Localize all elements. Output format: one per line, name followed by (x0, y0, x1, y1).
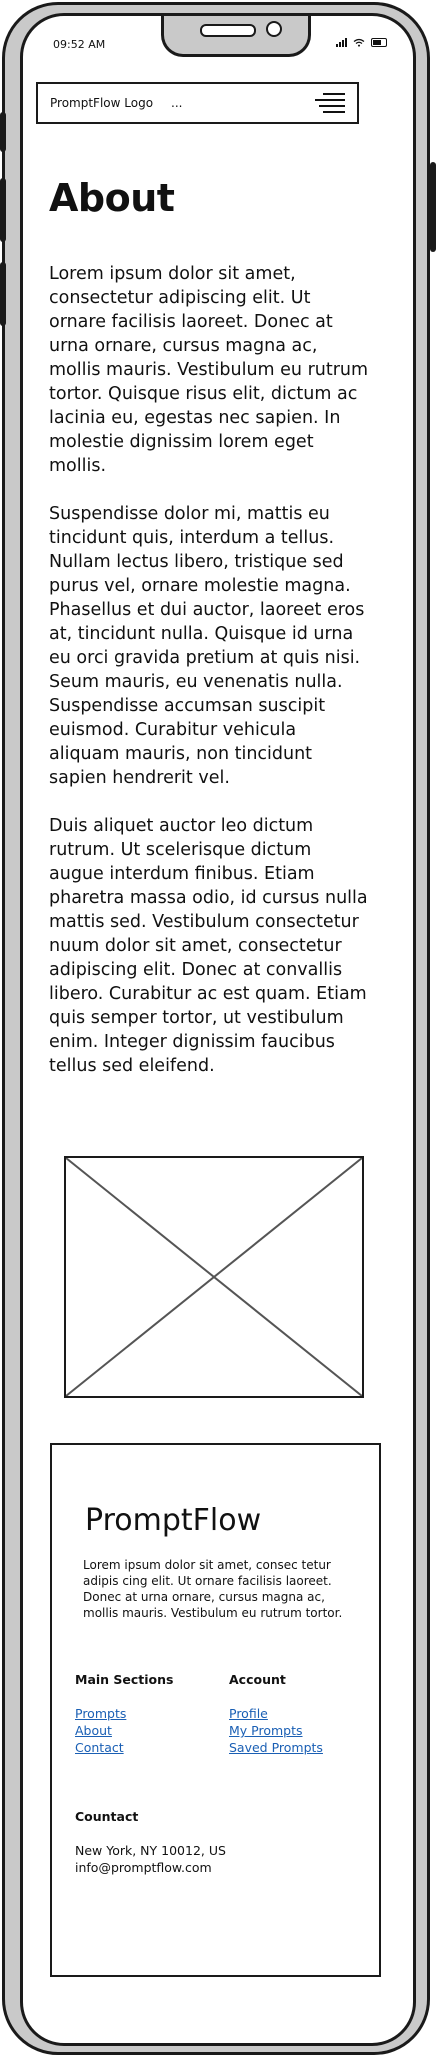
side-button-left-bottom (0, 262, 6, 326)
wifi-icon (353, 38, 365, 47)
side-button-left-top (0, 112, 6, 152)
body-paragraph-2: Suspendisse dolor mi, mattis eu tincidun… (49, 504, 365, 788)
footer-address: New York, NY 10012, US (75, 1843, 226, 1858)
side-button-right (430, 162, 436, 252)
footer-description: Lorem ipsum dolor sit amet, consec tetur… (83, 1558, 343, 1620)
footer: PromptFlow Lorem ipsum dolor sit amet, c… (50, 1443, 381, 1977)
footer-link-saved-prompts[interactable]: Saved Prompts (229, 1739, 323, 1756)
footer-link-about[interactable]: About (75, 1722, 174, 1739)
footer-account-heading: Account (229, 1672, 286, 1687)
footer-link-profile[interactable]: Profile (229, 1705, 323, 1722)
speaker (200, 24, 256, 37)
footer-main-sections: Main Sections Prompts About Contact (75, 1672, 174, 1756)
camera (266, 21, 282, 37)
nav-logo[interactable]: PromptFlow Logo (50, 96, 153, 110)
image-placeholder (64, 1156, 364, 1398)
footer-contact: Countact New York, NY 10012, US info@pro… (75, 1809, 226, 1876)
notch (161, 16, 311, 57)
navbar: PromptFlow Logo ... (36, 82, 359, 124)
page-title: About (49, 176, 175, 220)
footer-email: info@promptflow.com (75, 1860, 212, 1875)
footer-account: Account Profile My Prompts Saved Prompts (229, 1672, 323, 1756)
status-icons (336, 38, 387, 47)
footer-contact-heading: Countact (75, 1809, 139, 1824)
footer-link-contact[interactable]: Contact (75, 1739, 174, 1756)
battery-icon (371, 38, 387, 47)
footer-brand: PromptFlow (85, 1503, 262, 1538)
nav-ellipsis: ... (171, 96, 183, 110)
body-paragraph-3: Duis aliquet auctor leo dictum rutrum. U… (49, 816, 368, 1076)
footer-main-sections-heading: Main Sections (75, 1672, 174, 1687)
footer-link-prompts[interactable]: Prompts (75, 1705, 174, 1722)
body-paragraph-1: Lorem ipsum dolor sit amet, consectetur … (49, 264, 369, 476)
side-button-left-middle (0, 178, 6, 242)
phone-screen: 09:52 AM PromptFlow Logo ... About Lorem… (20, 13, 416, 2046)
signal-icon (336, 38, 347, 47)
footer-link-my-prompts[interactable]: My Prompts (229, 1722, 323, 1739)
status-time: 09:52 AM (53, 38, 106, 51)
hamburger-menu-icon[interactable] (315, 93, 345, 113)
